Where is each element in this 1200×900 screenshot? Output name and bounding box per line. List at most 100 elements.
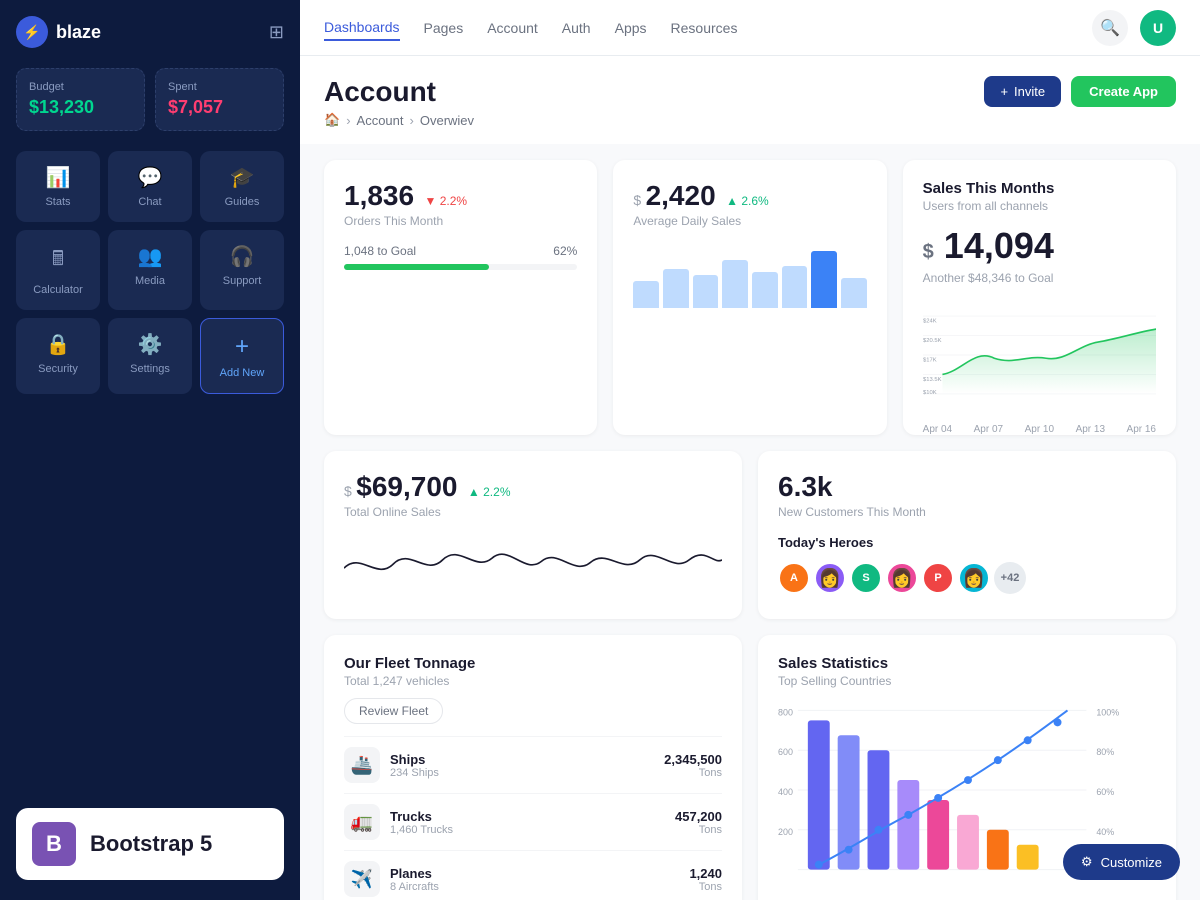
customize-icon: ⚙	[1081, 854, 1093, 870]
security-label: Security	[38, 363, 78, 375]
fleet-header-row: Review Fleet	[344, 698, 722, 724]
sidebar-item-support[interactable]: 🎧 Support	[200, 230, 284, 310]
customize-label: Customize	[1101, 855, 1162, 870]
page-actions: + Invite Create App	[984, 76, 1176, 107]
daily-sales-label: Average Daily Sales	[633, 214, 866, 228]
breadcrumb: 🏠 › Account › Overwiev	[324, 112, 474, 128]
user-avatar[interactable]: U	[1140, 10, 1176, 46]
hero-extra: +42	[994, 562, 1026, 594]
ships-icon: 🚢	[344, 747, 380, 783]
bar-1	[633, 281, 659, 308]
heroes-section: Today's Heroes A 👩 S 👩 P 👩 +42	[778, 535, 1156, 594]
fleet-item-planes-left: ✈️ Planes 8 Aircrafts	[344, 861, 439, 897]
svg-text:$10K: $10K	[923, 390, 937, 396]
progress-pct: 62%	[553, 244, 577, 258]
customers-header: 6.3k	[778, 471, 1156, 503]
online-dollar: $	[344, 483, 352, 499]
sales-dollar: $	[923, 241, 934, 263]
planes-value: 1,240	[689, 866, 722, 881]
main-content: Dashboards Pages Account Auth Apps Resou…	[300, 0, 1200, 900]
sidebar-item-guides[interactable]: 🎓 Guides	[200, 151, 284, 222]
middle-row: $ $69,700 ▲ 2.2% Total Online Sales 6.3k…	[324, 451, 1176, 619]
heroes-title: Today's Heroes	[778, 535, 1156, 550]
fleet-card: Our Fleet Tonnage Total 1,247 vehicles R…	[324, 635, 742, 900]
orders-value: 1,836	[344, 180, 414, 211]
support-icon: 🎧	[230, 244, 255, 269]
breadcrumb-overwiev: Overwiev	[420, 113, 474, 128]
trucks-info: Trucks 1,460 Trucks	[390, 809, 453, 836]
top-nav: Dashboards Pages Account Auth Apps Resou…	[300, 0, 1200, 56]
nav-link-resources[interactable]: Resources	[671, 16, 738, 40]
sidebar-item-calculator[interactable]: 🖩 Calculator	[16, 230, 100, 310]
online-sales-card: $ $69,700 ▲ 2.2% Total Online Sales	[324, 451, 742, 619]
media-icon: 👥	[138, 244, 163, 269]
hero-1: A	[778, 562, 810, 594]
nav-grid-1: 📊 Stats 💬 Chat 🎓 Guides 🖩 Calculator 👥 M…	[16, 151, 284, 394]
svg-text:200: 200	[778, 827, 793, 837]
review-fleet-button[interactable]: Review Fleet	[344, 698, 443, 724]
nav-link-pages[interactable]: Pages	[424, 16, 464, 40]
budget-label: Budget	[29, 81, 132, 93]
nav-link-account[interactable]: Account	[487, 16, 538, 40]
bottom-row: Our Fleet Tonnage Total 1,247 vehicles R…	[324, 635, 1176, 900]
sidebar-item-media[interactable]: 👥 Media	[108, 230, 192, 310]
invite-button[interactable]: + Invite	[984, 76, 1061, 107]
sales-line-chart: $24K $20.5K $17K $13.5K $10K	[923, 295, 1156, 415]
svg-text:100%: 100%	[1096, 707, 1119, 717]
progress-bar-bg	[344, 264, 577, 270]
stats-label: Stats	[45, 196, 70, 208]
breadcrumb-sep-2: ›	[410, 113, 414, 128]
nav-link-apps[interactable]: Apps	[615, 16, 647, 40]
x-label-4: Apr 13	[1076, 424, 1105, 435]
create-app-button[interactable]: Create App	[1071, 76, 1176, 107]
bar-2	[663, 269, 689, 308]
fleet-item-trucks: 🚛 Trucks 1,460 Trucks 457,200 Tons	[344, 793, 722, 850]
trucks-unit: Tons	[675, 824, 722, 836]
sales-stats-title: Sales Statistics	[778, 655, 1156, 672]
x-label-3: Apr 10	[1025, 424, 1054, 435]
customize-button[interactable]: ⚙ Customize	[1063, 844, 1180, 880]
sidebar-item-settings[interactable]: ⚙️ Settings	[108, 318, 192, 394]
sidebar: ⚡ blaze ⊞ Budget $13,230 Spent $7,057 📊 …	[0, 0, 300, 900]
sidebar-item-security[interactable]: 🔒 Security	[16, 318, 100, 394]
nav-link-dashboards[interactable]: Dashboards	[324, 15, 400, 41]
nav-link-auth[interactable]: Auth	[562, 16, 591, 40]
daily-sales-card: $ 2,420 ▲ 2.6% Average Daily Sales	[613, 160, 886, 435]
sidebar-item-add-new[interactable]: + Add New	[200, 318, 284, 394]
customers-value: 6.3k	[778, 471, 833, 502]
budget-card: Budget $13,230	[16, 68, 145, 131]
media-label: Media	[135, 275, 165, 287]
budget-row: Budget $13,230 Spent $7,057	[16, 68, 284, 131]
fleet-item-trucks-left: 🚛 Trucks 1,460 Trucks	[344, 804, 453, 840]
ships-info: Ships 234 Ships	[390, 752, 439, 779]
trucks-value: 457,200	[675, 809, 722, 824]
security-icon: 🔒	[46, 332, 71, 357]
dollar-prefix: $	[633, 192, 641, 208]
online-sales-change: ▲ 2.2%	[468, 485, 511, 499]
daily-sales-header: $ 2,420 ▲ 2.6%	[633, 180, 866, 212]
header-icon[interactable]: ⊞	[269, 22, 284, 43]
fleet-item-ships: 🚢 Ships 234 Ships 2,345,500 Tons	[344, 736, 722, 793]
progress-section: 1,048 to Goal 62%	[344, 244, 577, 270]
fleet-subtitle: Total 1,247 vehicles	[344, 674, 722, 688]
bar-4	[722, 260, 748, 308]
sidebar-item-stats[interactable]: 📊 Stats	[16, 151, 100, 222]
new-customers-card: 6.3k New Customers This Month Today's He…	[758, 451, 1176, 619]
add-new-icon: +	[235, 333, 249, 361]
guides-icon: 🎓	[230, 165, 255, 190]
bootstrap-badge: B Bootstrap 5	[16, 808, 284, 880]
add-new-label: Add New	[220, 367, 265, 379]
bootstrap-icon: B	[32, 822, 76, 866]
online-sales-label: Total Online Sales	[344, 505, 722, 519]
plus-icon: +	[1000, 84, 1008, 99]
top-nav-links: Dashboards Pages Account Auth Apps Resou…	[324, 15, 737, 41]
x-label-2: Apr 07	[974, 424, 1003, 435]
budget-value: $13,230	[29, 97, 132, 118]
sidebar-item-chat[interactable]: 💬 Chat	[108, 151, 192, 222]
bar-5	[752, 272, 778, 308]
sales-month-title: Sales This Months	[923, 180, 1156, 197]
search-button[interactable]: 🔍	[1092, 10, 1128, 46]
svg-text:80%: 80%	[1096, 747, 1114, 757]
svg-text:$17K: $17K	[923, 357, 937, 363]
bootstrap-letter: B	[46, 831, 62, 857]
